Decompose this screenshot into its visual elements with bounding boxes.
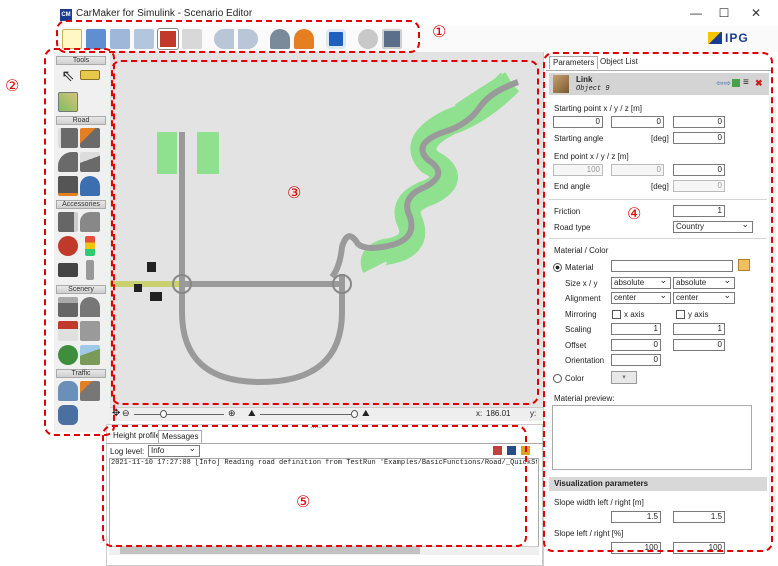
maximize-button[interactable]: ☐ [714,6,734,20]
y-coordinate-label: y: [530,409,537,418]
annotation-1: ① [432,22,447,41]
window-title: CarMaker for Simulink - Scenario Editor [76,8,253,19]
perspective-high-icon[interactable]: ⛰ [362,408,370,419]
annotation-messages-box [102,425,527,547]
annotation-4: ④ [627,204,642,223]
annotation-params-box [543,52,773,552]
x-coordinate-label: x: [476,409,483,418]
annotation-toolbar-box [56,20,420,53]
zoom-in-icon[interactable]: ⊕ [228,408,236,419]
annotation-2: ② [5,76,20,95]
annotation-canvas-box [111,60,539,405]
zoom-out-icon[interactable]: ⊖ [122,408,130,419]
perspective-slider-thumb[interactable] [351,410,358,418]
ipg-mark-icon [708,32,722,44]
perspective-low-icon[interactable]: ⛰ [248,408,256,419]
close-button[interactable]: ✕ [746,6,766,20]
ipg-logo: IPG [708,31,749,45]
x-coordinate-value: 186.01 [486,409,511,418]
ipg-logo-text: IPG [725,31,749,45]
perspective-slider[interactable] [260,414,355,415]
annotation-3: ③ [287,183,302,202]
log-scrollbar-thumb[interactable] [120,547,420,554]
annotation-5: ⑤ [296,492,311,511]
annotation-tools-box [44,48,115,436]
zoom-slider[interactable] [134,414,224,415]
zoom-slider-thumb[interactable] [160,410,167,418]
minimize-button[interactable]: — [686,6,706,20]
